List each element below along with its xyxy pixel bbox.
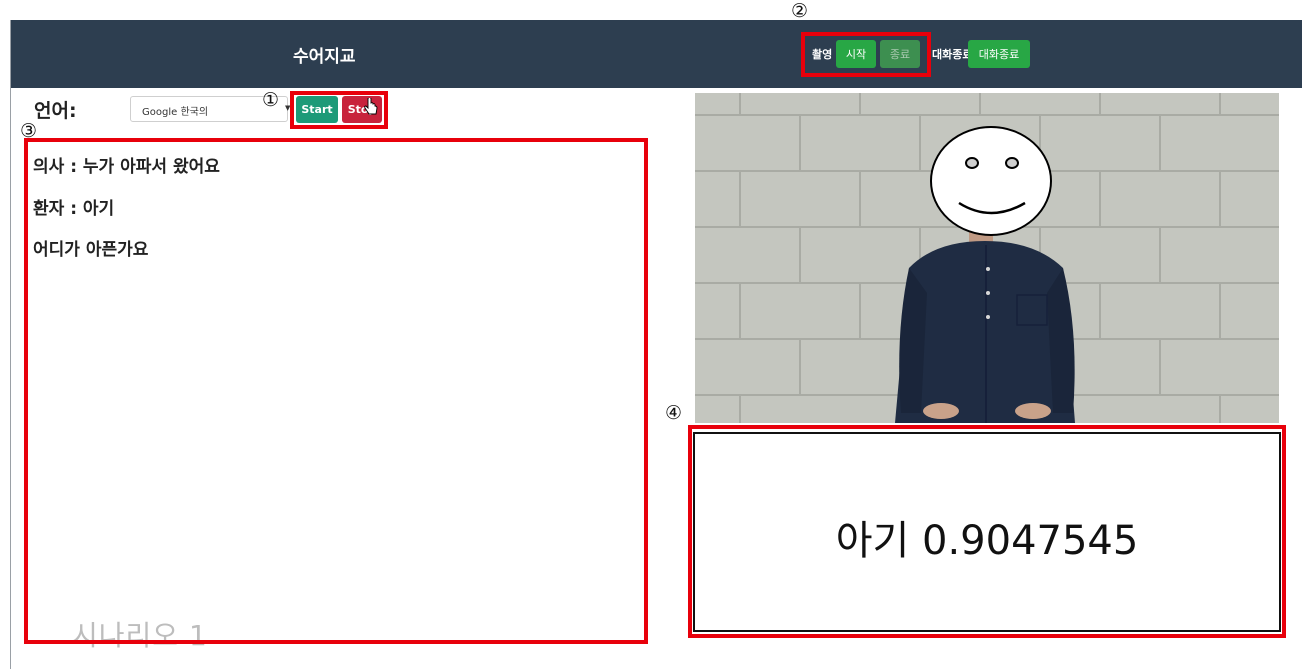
stt-start-button[interactable]: Start (296, 96, 338, 123)
scenario-watermark: 시나리오 1 (72, 619, 208, 652)
marker-2: ② (791, 0, 809, 22)
camera-video-feed (695, 93, 1279, 423)
record-label: 촬영 (812, 48, 833, 61)
page-left-border (10, 20, 11, 669)
transcript-line: 의사 : 누가 아파서 왔어요 (33, 157, 220, 177)
record-stop-button[interactable]: 종료 (880, 40, 920, 68)
marker-4: ④ (665, 402, 683, 424)
marker-3: ③ (20, 120, 38, 142)
language-label: 언어: (34, 100, 77, 122)
header-bar: 수어지교 촬영 시작 종료 대화종료 대화종료 (11, 20, 1302, 88)
marker-1: ① (262, 89, 280, 111)
transcript-line: 환자 : 아기 (33, 199, 115, 219)
recognition-result-box: 아기 0.9047545 (693, 432, 1281, 632)
end-chat-label: 대화종료 (932, 48, 973, 61)
recognition-result-text: 아기 0.9047545 (835, 518, 1139, 564)
record-start-button[interactable]: 시작 (836, 40, 876, 68)
end-chat-button[interactable]: 대화종료 (968, 40, 1030, 68)
language-select-value: Google 한국의 (142, 107, 209, 118)
hand-cursor-icon (364, 98, 378, 115)
webcam-frame-image (695, 93, 1279, 423)
select-caret-icon: ▼ (285, 104, 291, 112)
transcript-area: 의사 : 누가 아파서 왔어요 환자 : 아기 어디가 아픈가요 (27, 140, 646, 643)
app-title: 수어지교 (293, 47, 356, 67)
transcript-line: 어디가 아픈가요 (33, 240, 149, 260)
